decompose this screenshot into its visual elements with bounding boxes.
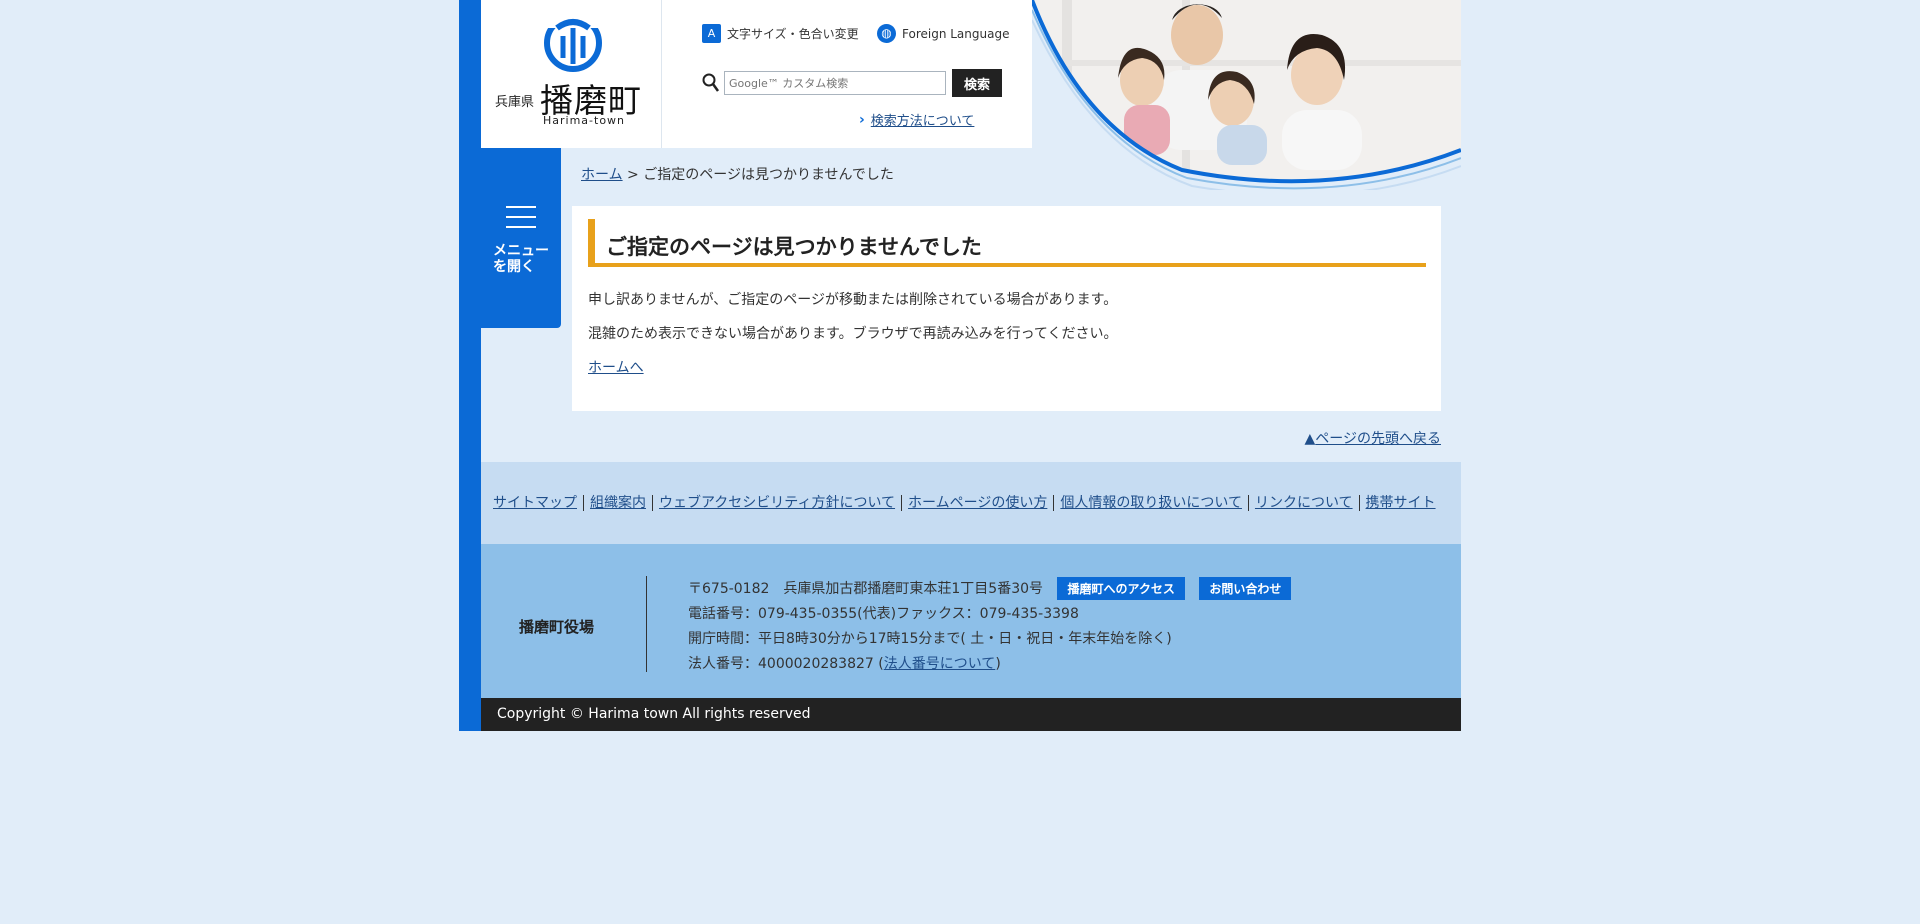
footer-link-links[interactable]: リンクについて — [1247, 495, 1359, 511]
search-form: 検索 — [702, 69, 1002, 97]
search-input[interactable] — [724, 71, 946, 95]
error-message-1: 申し訳ありませんが、ご指定のページが移動または削除されている場合があります。 — [588, 292, 1118, 308]
breadcrumb-separator: > — [627, 167, 639, 183]
office-corp-number-row: 法人番号：4000020283827 (法人番号について) — [688, 653, 1001, 673]
footer-link-privacy[interactable]: 個人情報の取り扱いについて — [1053, 495, 1248, 511]
utility-area: A 文字サイズ・色合い変更 ◍ Foreign Language 検索 › 検索… — [662, 0, 1032, 148]
corp-number-link[interactable]: 法人番号について — [884, 656, 996, 672]
footer-link-sitemap[interactable]: サイトマップ — [493, 495, 583, 511]
contact-button[interactable]: お問い合わせ — [1199, 577, 1292, 600]
page: 兵庫県 播磨町 Harima-town A 文字サイズ・色合い変更 ◍ Fore… — [459, 0, 1461, 731]
office-corp-number: 法人番号：4000020283827 ( — [688, 656, 884, 672]
chevron-right-icon: › — [859, 111, 865, 128]
globe-icon: ◍ — [877, 24, 896, 43]
office-address: 〒675-0182 兵庫県加古郡播磨町東本荘1丁目5番30号 — [688, 581, 1044, 597]
office-hours: 開庁時間：平日8時30分から17時15分まで( 土・日・祝日・年末年始を除く) — [688, 631, 1172, 647]
breadcrumb-home-link[interactable]: ホーム — [581, 167, 623, 183]
search-howto-link[interactable]: › 検索方法について — [859, 110, 975, 130]
text-size-label: 文字サイズ・色合い変更 — [727, 27, 859, 41]
footer-link-howto[interactable]: ホームページの使い方 — [901, 495, 1053, 511]
text-size-color-link[interactable]: A 文字サイズ・色合い変更 — [702, 24, 859, 43]
breadcrumb-current: ご指定のページは見つかりませんでした — [643, 167, 894, 183]
back-to-top-link[interactable]: ▲ページの先頭へ戻る — [1304, 428, 1441, 448]
footer-link-accessibility[interactable]: ウェブアクセシビリティ方針について — [652, 495, 901, 511]
back-to-top-label[interactable]: ページの先頭へ戻る — [1315, 431, 1441, 447]
access-button[interactable]: 播磨町へのアクセス — [1057, 577, 1185, 600]
copyright: Copyright © Harima town All rights reser… — [481, 698, 1461, 731]
foreign-language-label: Foreign Language — [902, 26, 1010, 41]
menu-open-button[interactable]: メニュー を開く — [481, 148, 561, 328]
office-info: 播磨町役場 〒675-0182 兵庫県加古郡播磨町東本荘1丁目5番30号 播磨町… — [481, 544, 1461, 698]
search-icon — [702, 73, 720, 92]
footer-link-mobile[interactable]: 携帯サイト — [1358, 495, 1442, 511]
main-content: ご指定のページは見つかりませんでした 申し訳ありませんが、ご指定のページが移動ま… — [572, 206, 1441, 411]
triangle-up-icon: ▲ — [1304, 431, 1316, 447]
family-photo-icon — [1032, 0, 1461, 190]
hamburger-icon — [506, 206, 536, 236]
left-accent-bar — [459, 0, 481, 731]
page-title: ご指定のページは見つかりませんでした — [588, 219, 1426, 267]
menu-label: メニュー を開く — [493, 243, 549, 275]
office-divider — [646, 576, 647, 672]
office-phone: 電話番号：079-435-0355(代表)ファックス：079-435-3398 — [688, 606, 1079, 622]
town-emblem-icon — [543, 14, 603, 72]
foreign-language-link[interactable]: ◍ Foreign Language — [877, 24, 1009, 43]
search-button[interactable]: 検索 — [952, 69, 1002, 97]
footer-link-organization[interactable]: 組織案内 — [583, 495, 652, 511]
header-photo — [1032, 0, 1461, 190]
site-logo[interactable]: 兵庫県 播磨町 Harima-town — [481, 0, 662, 148]
logo-prefecture: 兵庫県 — [495, 95, 535, 110]
home-link[interactable]: ホームへ — [588, 360, 644, 376]
office-address-row: 〒675-0182 兵庫県加古郡播磨町東本荘1丁目5番30号 播磨町へのアクセス… — [688, 577, 1292, 600]
corp-number-close: ) — [995, 656, 1001, 672]
search-howto-label[interactable]: 検索方法について — [871, 110, 975, 129]
logo-english-name: Harima-town — [543, 114, 626, 127]
office-name: 播磨町役場 — [519, 618, 595, 636]
footer-links: サイトマップ 組織案内 ウェブアクセシビリティ方針について ホームページの使い方… — [481, 462, 1461, 544]
text-size-icon: A — [702, 24, 721, 43]
error-message-2: 混雑のため表示できない場合があります。ブラウザで再読み込みを行ってください。 — [588, 326, 1118, 342]
header: 兵庫県 播磨町 Harima-town A 文字サイズ・色合い変更 ◍ Fore… — [481, 0, 1461, 190]
breadcrumb: ホーム > ご指定のページは見つかりませんでした — [581, 164, 894, 184]
